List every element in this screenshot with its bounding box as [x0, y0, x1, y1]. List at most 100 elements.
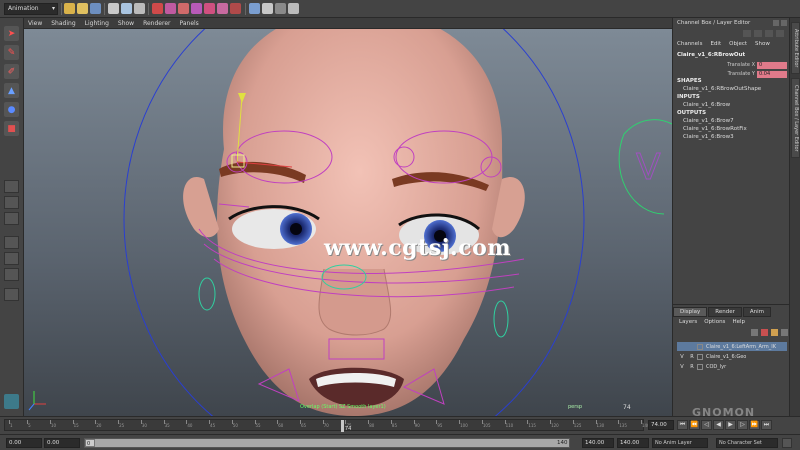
channel-box-toggle-icon[interactable]	[743, 30, 751, 37]
ipr-render-icon[interactable]	[262, 3, 273, 14]
go-to-end-button[interactable]: ⏭	[761, 420, 772, 430]
custom-layout-icon[interactable]	[4, 288, 19, 301]
panel-close-icon[interactable]	[781, 20, 787, 26]
play-backwards-button[interactable]: ◀	[713, 420, 724, 430]
play-forwards-button[interactable]: ▶	[725, 420, 736, 430]
menu-options[interactable]: Options	[704, 319, 725, 325]
hypershade-icon[interactable]	[288, 3, 299, 14]
select-tool-icon[interactable]: ➤	[4, 26, 19, 41]
menu-set-dropdown[interactable]: Animation ▾	[4, 3, 58, 15]
persp-outliner-layout-icon[interactable]	[4, 236, 19, 249]
layer-color-swatch[interactable]	[697, 353, 703, 360]
new-layer-selected-icon[interactable]	[771, 329, 778, 336]
step-back-key-button[interactable]: ◁	[701, 420, 712, 430]
snap-curve-icon[interactable]	[165, 3, 176, 14]
menu-show[interactable]: Show	[118, 20, 134, 27]
playback-start-time-field[interactable]: 0.00	[44, 438, 80, 448]
go-to-start-button[interactable]: ⏮	[677, 420, 688, 430]
output-node[interactable]: Claire_v1_6:Brow7	[683, 118, 734, 124]
single-pane-layout-icon[interactable]	[4, 180, 19, 193]
make-live-icon[interactable]	[204, 3, 215, 14]
layer-color-swatch[interactable]	[697, 363, 703, 370]
snap-point-icon[interactable]	[178, 3, 189, 14]
output-node[interactable]: Claire_v1_6:Brow3	[683, 134, 734, 140]
menu-shading[interactable]: Shading	[51, 20, 75, 27]
render-current-frame-icon[interactable]	[249, 3, 260, 14]
menu-help[interactable]: Help	[732, 319, 745, 325]
rotate-tool-icon[interactable]: ●	[4, 102, 19, 117]
construction-icon[interactable]	[230, 3, 241, 14]
viewport-helper-icon[interactable]	[4, 394, 19, 409]
tab-anim[interactable]: Anim	[742, 307, 772, 317]
scale-tool-icon[interactable]: ■	[4, 121, 19, 136]
snap-view-plane-icon[interactable]	[191, 3, 202, 14]
tab-channel-box-layer-editor[interactable]: Channel Box / Layer Editor	[791, 78, 800, 158]
two-pane-layout-icon[interactable]	[4, 212, 19, 225]
playback-end-time-field[interactable]: 140.00	[582, 438, 614, 448]
attribute-value-field[interactable]: 0	[757, 62, 787, 69]
menu-panels[interactable]: Panels	[179, 20, 198, 27]
move-tool-icon[interactable]: ▲	[4, 83, 19, 98]
layer-color-swatch[interactable]	[697, 343, 703, 350]
move-layer-up-icon[interactable]	[751, 329, 758, 336]
time-slider-track[interactable]: 1 5 10 15 20 25 30 35 40 45 50 55 60 65 70 75 80 85 90 95 10…	[4, 419, 650, 432]
paint-select-icon[interactable]: ✐	[4, 64, 19, 79]
step-forward-key-button[interactable]: ▷	[737, 420, 748, 430]
range-slider-handle[interactable]: 0	[85, 439, 95, 447]
anim-layer-dropdown[interactable]: No Anim Layer	[652, 438, 708, 448]
panel-float-icon[interactable]	[773, 20, 779, 26]
current-time-indicator[interactable]	[340, 420, 344, 432]
shape-node[interactable]: Claire_v1_6:RBrowOutShape	[683, 86, 761, 92]
layer-settings-icon[interactable]	[781, 329, 788, 336]
select-by-hierarchy-icon[interactable]	[108, 3, 119, 14]
perspective-viewport[interactable]: V www.cgtsj.com	[24, 29, 672, 416]
animation-start-time-field[interactable]: 0.00	[6, 438, 42, 448]
animation-end-time-field[interactable]: 140.00	[617, 438, 649, 448]
layer-reference-toggle[interactable]: R	[687, 364, 697, 370]
step-forward-frame-button[interactable]: ⏩	[749, 420, 760, 430]
range-slider-track[interactable]: 0 140	[84, 438, 570, 448]
snap-grid-icon[interactable]	[152, 3, 163, 14]
layer-reference-toggle[interactable]: R	[687, 354, 697, 360]
attribute-editor-toggle-icon[interactable]	[754, 30, 762, 37]
tab-render[interactable]: Render	[708, 307, 742, 317]
four-pane-layout-icon[interactable]	[4, 196, 19, 209]
layer-row[interactable]: V R Claire_v1_6:Geo	[677, 352, 787, 361]
save-scene-icon[interactable]	[90, 3, 101, 14]
step-back-frame-button[interactable]: ⏪	[689, 420, 700, 430]
menu-edit[interactable]: Edit	[710, 41, 721, 47]
layer-editor-toggle-icon[interactable]	[776, 30, 784, 37]
input-node[interactable]: Claire_v1_6:Brow	[683, 102, 730, 108]
menu-lighting[interactable]: Lighting	[85, 20, 109, 27]
attribute-row-translate-x[interactable]: Translate X 0	[677, 62, 787, 70]
hypershade-layout-icon[interactable]	[4, 268, 19, 281]
menu-renderer[interactable]: Renderer	[143, 20, 170, 27]
auto-key-icon[interactable]	[782, 438, 792, 448]
history-icon[interactable]	[217, 3, 228, 14]
layer-visibility-toggle[interactable]: V	[677, 354, 687, 360]
tool-settings-toggle-icon[interactable]	[765, 30, 773, 37]
current-frame-field[interactable]: 74.00	[648, 420, 674, 430]
attribute-value-field[interactable]: 0.04	[757, 71, 787, 78]
output-node[interactable]: Claire_v1_6:BrowRotFix	[683, 126, 747, 132]
menu-object[interactable]: Object	[729, 41, 747, 47]
tab-display[interactable]: Display	[673, 307, 708, 317]
layer-row[interactable]: V R COD_lyr	[677, 362, 787, 371]
open-scene-icon[interactable]	[77, 3, 88, 14]
character-set-dropdown[interactable]: No Character Set	[716, 438, 778, 448]
lasso-tool-icon[interactable]: ✎	[4, 45, 19, 60]
select-by-object-icon[interactable]	[121, 3, 132, 14]
menu-layers[interactable]: Layers	[679, 319, 697, 325]
select-by-component-icon[interactable]	[134, 3, 145, 14]
new-scene-icon[interactable]	[64, 3, 75, 14]
render-settings-icon[interactable]	[275, 3, 286, 14]
menu-view[interactable]: View	[28, 20, 42, 27]
persp-graph-layout-icon[interactable]	[4, 252, 19, 265]
tab-attribute-editor[interactable]: Attribute Editor	[791, 22, 800, 74]
layer-visibility-toggle[interactable]: V	[677, 364, 687, 370]
selected-object-name[interactable]: Claire_v1_6:RBrowOut	[677, 52, 745, 58]
layer-row[interactable]: Claire_v1_6:LeftArm_Arm_IK	[677, 342, 787, 351]
new-layer-icon[interactable]	[761, 329, 768, 336]
menu-channels[interactable]: Channels	[677, 41, 702, 47]
menu-show[interactable]: Show	[755, 41, 770, 47]
